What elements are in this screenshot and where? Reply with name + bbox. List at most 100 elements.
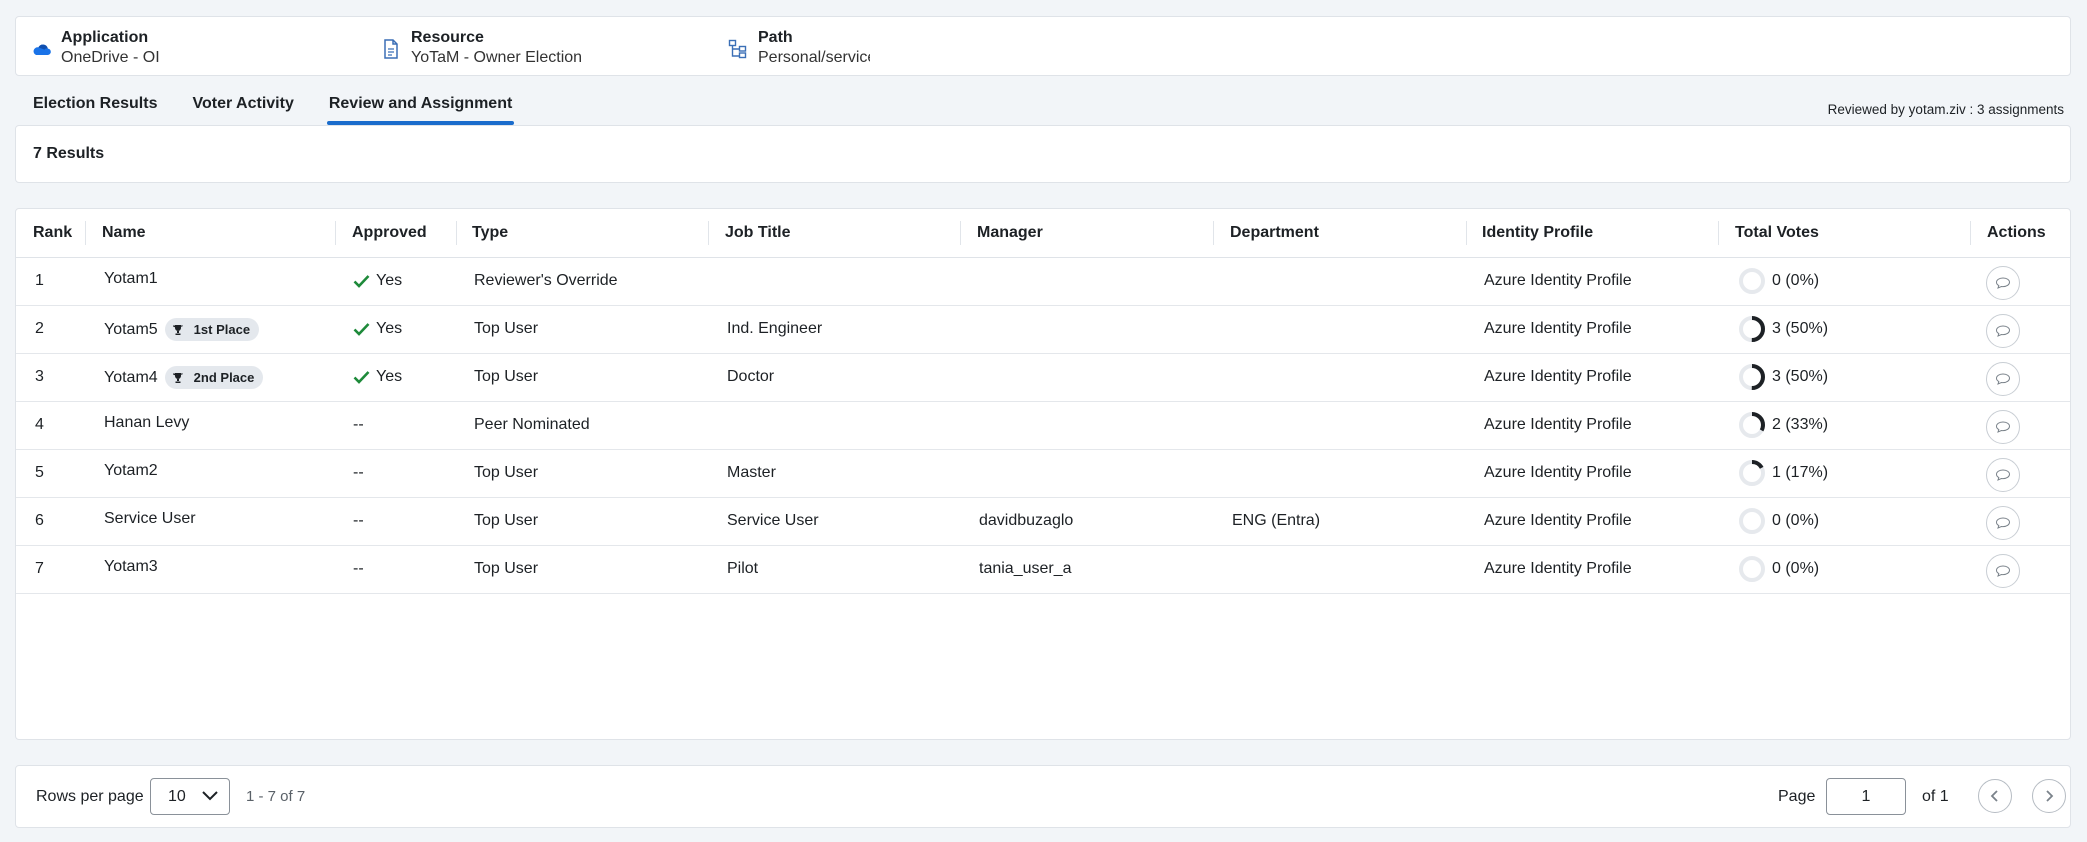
approved-text: -- (353, 512, 364, 529)
column-header-rank[interactable]: Rank (33, 224, 72, 242)
column-divider[interactable] (456, 221, 457, 245)
folder-tree-icon (727, 38, 749, 60)
total-votes-cell: 3 (50%) (1738, 364, 1828, 390)
rank-cell: 3 (35, 368, 44, 385)
type-cell: Top User (474, 368, 539, 385)
name-cell: Yotam2 (104, 462, 158, 480)
trophy-icon (172, 372, 189, 384)
name-text: Yotam5 (104, 320, 158, 338)
application-value: OneDrive - OI (61, 49, 160, 66)
table-row[interactable]: 5 Yotam2 -- Top User Master Azure Identity Pr… (16, 450, 2070, 498)
name-cell: Service User (104, 510, 196, 528)
tab-election-results[interactable]: Election Results (33, 88, 157, 125)
tab-review-and-assignment[interactable]: Review and Assignment (326, 88, 515, 125)
results-summary-card: 7 Results (15, 125, 2071, 183)
column-header-job-title[interactable]: Job Title (725, 224, 791, 242)
rows-range: 1 - 7 of 7 (246, 788, 306, 805)
rank-cell: 5 (35, 464, 44, 481)
name-text: Yotam4 (104, 368, 158, 386)
comment-button[interactable] (1986, 506, 2020, 540)
department-cell: ENG (Entra) (1232, 512, 1321, 529)
reviewed-by-summary: Reviewed by yotam.ziv : 3 assignments (1827, 102, 2064, 117)
previous-page-button[interactable] (1978, 779, 2012, 813)
comment-icon (1995, 565, 2011, 577)
table-row[interactable]: 6 Service User -- Top User Service User david… (16, 498, 2070, 546)
table-row[interactable]: 7 Yotam3 -- Top User Pilot tania_user_a Azure … (16, 546, 2070, 594)
approved-cell: -- (353, 560, 364, 578)
column-divider[interactable] (1718, 221, 1719, 245)
trophy-icon (172, 324, 189, 336)
job-title-cell: Doctor (727, 368, 775, 385)
comment-icon (1995, 277, 2011, 289)
place-badge: 2nd Place (164, 366, 264, 389)
approved-text: Yes (376, 368, 403, 385)
column-header-actions: Actions (1987, 224, 2046, 241)
comment-button[interactable] (1986, 554, 2020, 588)
column-divider[interactable] (85, 221, 86, 245)
comment-icon (1995, 325, 2011, 337)
comment-icon (1995, 517, 2011, 529)
place-badge: 1st Place (164, 318, 260, 341)
total-votes-cell: 0 (0%) (1738, 508, 1820, 534)
vote-progress-ring (1739, 412, 1765, 438)
column-header-identity-profile[interactable]: Identity Profile (1482, 224, 1593, 242)
comment-button[interactable] (1986, 362, 2020, 396)
approved-text: Yes (376, 320, 403, 337)
table-row[interactable]: 1 Yotam1 Yes Reviewer's Override Azure Ident… (16, 258, 2070, 306)
page-number-input[interactable]: 1 (1826, 778, 1906, 815)
approved-text: -- (353, 560, 364, 577)
column-header-approved[interactable]: Approved (352, 224, 427, 242)
comment-button[interactable] (1986, 458, 2020, 492)
approved-cell: Yes (353, 368, 402, 386)
rank-cell: 1 (35, 272, 44, 289)
table-row[interactable]: 4 Hanan Levy -- Peer Nominated Azure Identit… (16, 402, 2070, 450)
place-badge-label: 2nd Place (193, 370, 255, 385)
rank-cell: 2 (35, 320, 44, 337)
results-table: Rank Name Approved Type Job Title Manage… (15, 208, 2071, 740)
chevron-left-icon (1990, 790, 1998, 802)
table-row[interactable]: 3 Yotam4 2nd Place Yes Top User Doctor Azure I… (16, 354, 2070, 402)
tab-voter-activity[interactable]: Voter Activity (192, 88, 293, 125)
comment-button[interactable] (1986, 410, 2020, 444)
manager-cell: davidbuzaglo (979, 512, 1074, 529)
vote-progress-ring (1739, 460, 1765, 486)
total-votes-text: 0 (0%) (1772, 512, 1820, 529)
approved-text: Yes (376, 272, 403, 289)
total-votes-text: 3 (50%) (1772, 320, 1829, 337)
column-divider[interactable] (1213, 221, 1214, 245)
job-title-cell: Pilot (727, 560, 759, 577)
table-row[interactable]: 2 Yotam5 1st Place Yes Top User Ind. Engineer… (16, 306, 2070, 354)
comment-button[interactable] (1986, 314, 2020, 348)
column-header-name[interactable]: Name (102, 224, 146, 242)
column-divider[interactable] (1466, 221, 1467, 245)
column-divider[interactable] (1970, 221, 1971, 245)
column-divider[interactable] (335, 221, 336, 245)
column-header-total-votes[interactable]: Total Votes (1735, 224, 1819, 242)
page-total: of 1 (1922, 788, 1949, 805)
column-header-type[interactable]: Type (472, 224, 508, 242)
total-votes-text: 0 (0%) (1772, 272, 1820, 289)
rows-per-page-select[interactable]: 10 (150, 778, 230, 815)
type-cell: Reviewer's Override (474, 272, 618, 289)
rank-cell: 4 (35, 416, 44, 433)
page-label: Page (1778, 788, 1816, 805)
column-divider[interactable] (708, 221, 709, 245)
job-title-cell: Service User (727, 512, 819, 529)
name-cell: Hanan Levy (104, 414, 189, 432)
next-page-button[interactable] (2032, 779, 2066, 813)
vote-progress-ring (1739, 316, 1765, 342)
table-header: Rank Name Approved Type Job Title Manage… (16, 209, 2070, 258)
results-count: 7 Results (33, 145, 105, 162)
application-info: Application OneDrive - OI (30, 28, 160, 68)
column-header-manager[interactable]: Manager (977, 224, 1043, 242)
checkmark-icon (353, 322, 370, 336)
approved-cell: -- (353, 464, 364, 482)
approved-cell: Yes (353, 272, 402, 290)
column-divider[interactable] (960, 221, 961, 245)
identity-profile-cell: Azure Identity Profile (1484, 416, 1632, 433)
type-cell: Top User (474, 320, 539, 337)
comment-button[interactable] (1986, 266, 2020, 300)
column-header-department[interactable]: Department (1230, 224, 1319, 242)
vote-progress-ring (1739, 268, 1765, 294)
pagination-bar: Rows per page 10 1 - 7 of 7 Page 1 of 1 (15, 765, 2071, 828)
